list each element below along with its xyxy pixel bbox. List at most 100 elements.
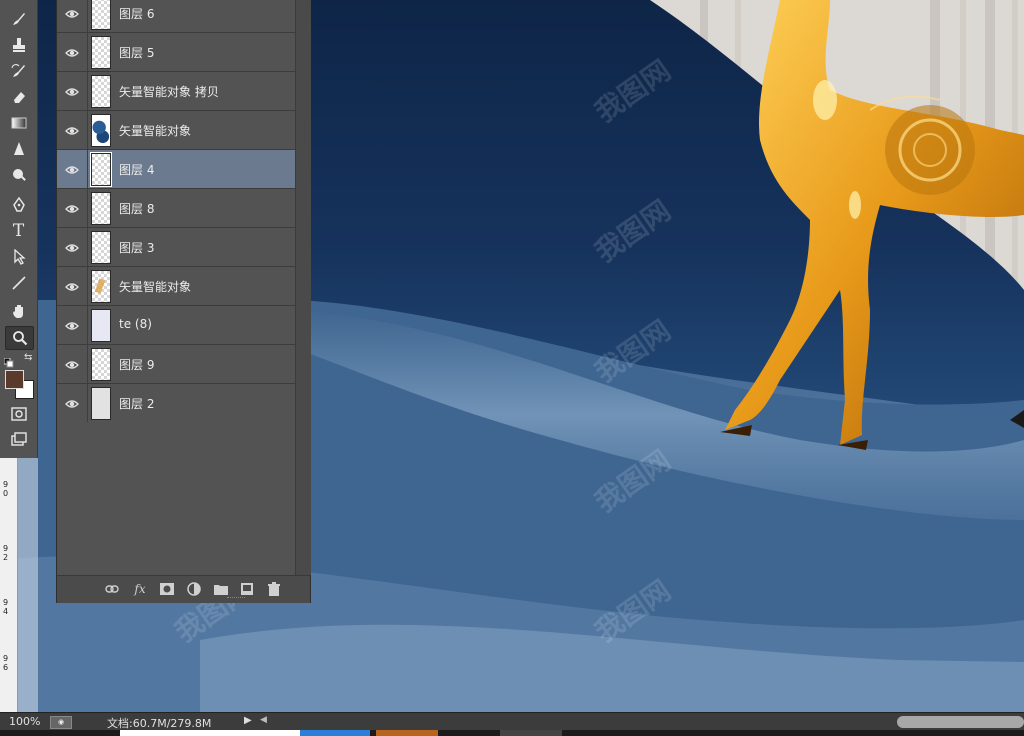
layer-row[interactable]: 图层 4 xyxy=(57,150,295,189)
layer-row[interactable]: 图层 3 xyxy=(57,228,295,267)
layer-name[interactable]: 图层 3 xyxy=(119,239,154,256)
layer-thumbnail[interactable] xyxy=(91,270,111,303)
tools-panel: T ⇆ xyxy=(0,0,38,458)
layer-name[interactable]: te (8) xyxy=(119,317,152,331)
row-divider xyxy=(87,150,88,188)
ruler-label: 9 6 xyxy=(3,654,9,672)
foreground-color-swatch[interactable] xyxy=(5,370,24,389)
type-tool-icon[interactable]: T xyxy=(5,220,32,242)
mask-icon[interactable] xyxy=(159,581,175,597)
layer-thumbnail[interactable] xyxy=(91,231,111,264)
row-divider xyxy=(87,345,88,383)
path-selection-tool-icon[interactable] xyxy=(5,246,32,268)
layer-row[interactable]: 矢量智能对象 拷贝 xyxy=(57,72,295,111)
quick-mask-icon[interactable] xyxy=(5,403,32,425)
layer-row[interactable]: 图层 5 xyxy=(57,33,295,72)
row-divider xyxy=(87,384,88,422)
new-layer-icon[interactable] xyxy=(239,581,255,597)
layer-list-empty-area[interactable] xyxy=(57,422,295,575)
pen-tool-icon[interactable] xyxy=(5,194,32,216)
link-icon[interactable] xyxy=(104,581,120,597)
layer-thumbnail[interactable] xyxy=(91,309,111,342)
layers-panel-footer: fx xyxy=(57,575,310,603)
layer-name[interactable]: 矢量智能对象 xyxy=(119,278,191,295)
hand-tool-icon[interactable] xyxy=(5,300,32,322)
layer-name[interactable]: 矢量智能对象 xyxy=(119,122,191,139)
dodge-tool-icon[interactable] xyxy=(5,164,32,186)
layer-row[interactable]: 图层 8 xyxy=(57,189,295,228)
fx-icon[interactable]: fx xyxy=(132,581,148,597)
gradient-tool-icon[interactable] xyxy=(5,112,32,134)
layer-row[interactable]: 图层 9 xyxy=(57,345,295,384)
eye-visibility-icon[interactable] xyxy=(65,318,79,332)
eye-visibility-icon[interactable] xyxy=(65,6,79,20)
layers-scrollbar[interactable] xyxy=(295,0,311,575)
swap-colors-icon[interactable]: ⇆ xyxy=(24,352,32,363)
ruler-label: 9 4 xyxy=(3,598,9,616)
layer-name[interactable]: 图层 6 xyxy=(119,5,154,22)
eye-visibility-icon[interactable] xyxy=(65,84,79,98)
layer-thumbnail[interactable] xyxy=(91,36,111,69)
layer-row[interactable]: 图层 6 xyxy=(57,0,295,33)
taskbar-item[interactable] xyxy=(120,730,300,736)
row-divider xyxy=(87,33,88,71)
layer-name[interactable]: 图层 5 xyxy=(119,44,154,61)
ruler-label: 9 0 xyxy=(3,480,9,498)
taskbar-item[interactable] xyxy=(500,730,562,736)
scroll-left-arrow-icon[interactable]: ◀ xyxy=(260,715,267,725)
eye-visibility-icon[interactable] xyxy=(65,45,79,59)
row-divider xyxy=(87,228,88,266)
history-brush-tool-icon[interactable] xyxy=(5,60,32,82)
adjustment-icon[interactable] xyxy=(186,581,202,597)
eye-visibility-icon[interactable] xyxy=(65,123,79,137)
layer-thumbnail[interactable] xyxy=(91,0,111,30)
layer-thumbnail[interactable] xyxy=(91,75,111,108)
panel-resize-grip[interactable] xyxy=(227,597,245,601)
folder-icon[interactable] xyxy=(213,581,229,597)
line-tool-icon[interactable] xyxy=(5,272,32,294)
taskbar-item[interactable] xyxy=(300,730,370,736)
eraser-tool-icon[interactable] xyxy=(5,86,32,108)
layer-thumbnail[interactable] xyxy=(91,387,111,420)
eye-visibility-icon[interactable] xyxy=(65,201,79,215)
layer-name[interactable]: 矢量智能对象 拷贝 xyxy=(119,83,219,100)
row-divider xyxy=(87,111,88,149)
layer-row[interactable]: 图层 2 xyxy=(57,384,295,423)
eye-visibility-icon[interactable] xyxy=(65,396,79,410)
layer-row[interactable]: te (8) xyxy=(57,306,295,345)
document-size-info: 文档:60.7M/279.8M xyxy=(107,717,212,730)
ruler-label: 9 2 xyxy=(3,544,9,562)
status-menu-arrow-icon[interactable]: ▶ xyxy=(244,715,252,726)
eye-visibility-icon[interactable] xyxy=(65,162,79,176)
eye-visibility-icon[interactable] xyxy=(65,279,79,293)
blur-tool-icon[interactable] xyxy=(5,138,32,160)
vertical-ruler[interactable]: 9 0 9 2 9 4 9 6 xyxy=(0,458,18,712)
row-divider xyxy=(87,72,88,110)
taskbar-item[interactable] xyxy=(376,730,438,736)
layer-list: 图层 6 图层 5 矢量智能对象 拷贝 矢量智能对象 图层 4 图层 8 图层 3 矢量智能对… xyxy=(57,0,295,423)
layer-name[interactable]: 图层 9 xyxy=(119,356,154,373)
layer-name[interactable]: 图层 2 xyxy=(119,395,154,412)
layers-panel: 图层 6 图层 5 矢量智能对象 拷贝 矢量智能对象 图层 4 图层 8 图层 3 矢量智能对… xyxy=(56,0,311,603)
layer-thumbnail[interactable] xyxy=(91,348,111,381)
screen-mode-icon[interactable] xyxy=(5,428,32,450)
default-colors-icon[interactable] xyxy=(3,353,14,368)
brush-tool-icon[interactable] xyxy=(5,8,32,30)
clone-stamp-tool-icon[interactable] xyxy=(5,34,32,56)
layer-thumbnail[interactable] xyxy=(91,114,111,147)
horizontal-scrollbar-thumb[interactable] xyxy=(897,716,1024,728)
eye-visibility-icon[interactable] xyxy=(65,240,79,254)
layer-name[interactable]: 图层 4 xyxy=(119,161,154,178)
layer-row[interactable]: 矢量智能对象 xyxy=(57,111,295,150)
status-preview-icon[interactable]: ◉ xyxy=(50,716,72,729)
row-divider xyxy=(87,267,88,305)
zoom-level[interactable]: 100% xyxy=(9,715,40,728)
layer-thumbnail[interactable] xyxy=(90,152,112,187)
layer-name[interactable]: 图层 8 xyxy=(119,200,154,217)
layer-thumbnail[interactable] xyxy=(91,192,111,225)
layer-row[interactable]: 矢量智能对象 xyxy=(57,267,295,306)
eye-visibility-icon[interactable] xyxy=(65,357,79,371)
zoom-tool-icon[interactable] xyxy=(5,326,34,350)
row-divider xyxy=(87,306,88,344)
trash-icon[interactable] xyxy=(266,581,282,597)
